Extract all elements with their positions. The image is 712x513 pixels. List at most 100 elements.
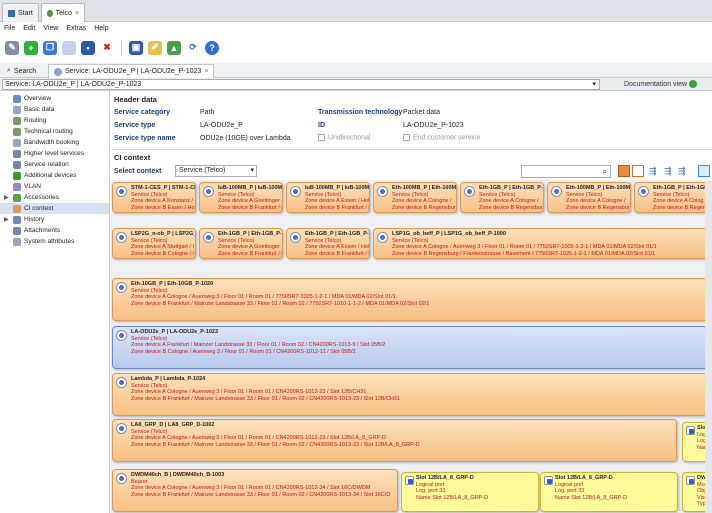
expand-icon[interactable]: ⇶ xyxy=(649,166,657,177)
ci-search-input[interactable]: ⌕ xyxy=(521,165,611,178)
card-zone-a: Zone device A Stuttgart / I xyxy=(131,244,194,250)
grid-icon xyxy=(8,9,15,17)
port-card[interactable]: Slot 12B/LA_8_GRP-D Logical port Log. port… xyxy=(401,472,539,512)
save-icon[interactable]: ▪ xyxy=(81,40,95,55)
card-zone-b: Zone device B Frankfurt / I xyxy=(305,250,370,257)
scrollbar[interactable] xyxy=(705,181,712,513)
ci-card[interactable]: Eth-100MB_P | Eth-100MB Service (Telco) Zo… xyxy=(373,182,457,213)
sidebar-item-ci-context[interactable]: CI context xyxy=(0,203,109,214)
ci-card[interactable]: IuB-100MB_P | IuB-100MB Service (Telco) Zo… xyxy=(199,182,283,213)
expand-arrow-icon[interactable]: ▶ xyxy=(4,194,10,201)
ci-card[interactable]: Eth-10GB_P | Eth-10GB_P-1020 Service (Tel… xyxy=(112,278,708,321)
sidebar-item-basic-data[interactable]: Basic data xyxy=(0,104,109,115)
ci-card[interactable]: LA8_GRP_D | LA8_GRP_D-1002 Service (Telco… xyxy=(112,419,677,462)
card-zone-b: Zone device B Frankfurt / Mainzer Landst… xyxy=(131,491,391,498)
ci-card[interactable]: Lambda_P | Lambda_P-1024 Service (Telco) Z… xyxy=(112,373,708,416)
ci-card[interactable]: Eth-1GB_P | Eth-1GB Service (Telco) Zone d… xyxy=(634,182,712,213)
sidebar-item-higher-level-services[interactable]: Higher level services xyxy=(0,148,109,159)
menu-extras[interactable]: Extras xyxy=(66,25,86,32)
structure-icon[interactable]: ▲ xyxy=(167,40,181,55)
collapse-icon[interactable]: ⇶ xyxy=(664,166,672,177)
port-icon xyxy=(544,476,553,485)
filter-button[interactable] xyxy=(618,165,630,177)
service-type-label: Service type xyxy=(114,122,156,129)
expand-arrow-icon[interactable]: ▶ xyxy=(4,216,10,223)
close-icon[interactable]: × xyxy=(75,10,79,17)
menu-view[interactable]: View xyxy=(43,25,58,32)
globe-icon xyxy=(688,80,697,89)
port-card[interactable]: Slot 12B/LA_8_GRP-D Logical port Log. port… xyxy=(540,472,678,512)
sidebar-item-routing[interactable]: Routing xyxy=(0,115,109,126)
card-zone-a: Zone device A Cologne / xyxy=(392,198,452,204)
service-node-icon xyxy=(377,186,388,197)
higher-level-services-icon xyxy=(13,149,21,158)
sidebar-item-service-relation[interactable]: Service relation xyxy=(0,159,109,170)
delete-icon[interactable]: ✖ xyxy=(100,40,114,55)
menu-file[interactable]: File xyxy=(4,25,15,32)
ci-card[interactable]: Eth-100MB_P | Eth-100MB Service (Telco) Zo… xyxy=(547,182,631,213)
checkbox-box xyxy=(403,134,410,141)
sidebar-item-bandwidth-booking[interactable]: Bandwidth booking xyxy=(0,137,109,148)
ci-card[interactable]: STM-1-CES_P | STM-1-CE Service (Telco) Zon… xyxy=(112,182,196,213)
ci-card[interactable]: Eth-1GB_P | Eth-1GB_P-1 Service (Telco) Zo… xyxy=(199,228,283,259)
card-zone-b: Zone device B Frankfurt / I xyxy=(218,204,283,211)
sidebar-item-system-attributes[interactable]: System attributes xyxy=(0,236,109,247)
documentation-view-link[interactable]: Documentation view xyxy=(624,78,697,91)
card-title: Eth-1GB_P | Eth-1GB_P-1 xyxy=(479,185,544,191)
link-icon[interactable]: ✐ xyxy=(148,40,162,55)
chevron-down-icon[interactable]: ▾ xyxy=(592,80,596,89)
sidebar-item-attachments[interactable]: Attachments xyxy=(0,225,109,236)
add-icon[interactable]: + xyxy=(24,40,38,55)
card-title: IuB-100MB_P | IuB-100MB xyxy=(305,185,370,191)
overview-icon xyxy=(13,94,21,103)
ci-card[interactable]: IuB-100MB_P | IuB-100MB Service (Telco) Zo… xyxy=(286,182,370,213)
hierarchy-icon[interactable]: ⇶ xyxy=(678,166,686,177)
tab-telco[interactable]: Telco × xyxy=(41,3,85,22)
menu-edit[interactable]: Edit xyxy=(23,25,35,32)
sidebar-item-vlan[interactable]: VLAN xyxy=(0,181,109,192)
unidirectional-checkbox[interactable]: Unidirectional xyxy=(318,134,370,141)
paste-icon[interactable] xyxy=(62,40,76,55)
bandwidth-booking-icon xyxy=(13,138,21,147)
divider xyxy=(111,149,712,150)
menu-help[interactable]: Help xyxy=(94,25,108,32)
history-icon xyxy=(13,215,21,224)
tab-service[interactable]: Service: LA-ODU2e_P | LA-ODU2e_P-1023 × xyxy=(48,64,215,78)
service-relation-icon xyxy=(13,160,21,169)
menu-bar: File Edit View Extras Help xyxy=(0,22,712,34)
ci-card[interactable]: LA-ODU2e_P | LA-ODU2e_P-1023 Service (Tel… xyxy=(112,326,708,369)
sidebar-item-overview[interactable]: Overview xyxy=(0,93,109,104)
fit-view-icon[interactable] xyxy=(698,165,710,177)
sidebar-item-history[interactable]: ▶ History xyxy=(0,214,109,225)
attachments-icon xyxy=(13,226,21,235)
sidebar-item-additional-devices[interactable]: Additional devices xyxy=(0,170,109,181)
sidebar-item-technical-routing[interactable]: Technical routing xyxy=(0,126,109,137)
edit-icon[interactable]: ✎ xyxy=(5,40,19,55)
card-title: Eth-1GB_P | Eth-1GB_P-1 xyxy=(218,231,283,237)
search-icon: ⌕ xyxy=(7,67,11,74)
ci-card[interactable]: LSP1G_ob_beff_P | LSP1G_ob_beff_P-1000 Se… xyxy=(373,228,708,259)
card-zone-a: Zone device A Konstanz / xyxy=(131,198,194,204)
sidebar-item-label: CI context xyxy=(24,205,54,212)
monitor-icon[interactable]: ▣ xyxy=(129,40,143,55)
service-path-combo[interactable]: Service: LA-ODU2e_P | LA-ODU2e_P-1023 ▾ xyxy=(2,79,600,90)
card-zone-b: Zone device B Frankfurt / I xyxy=(218,250,283,257)
tab-start[interactable]: Start xyxy=(2,3,39,22)
ci-card[interactable]: Eth-1GB_P | Eth-1GB_P-1 Service (Telco) Zo… xyxy=(286,228,370,259)
service-category-value: Path xyxy=(200,109,215,116)
ci-card[interactable]: LSP2G_n-ob_P | LSP2G_ Service (Telco) Zone… xyxy=(112,228,196,259)
refresh-icon[interactable]: ⟳ xyxy=(186,40,200,55)
copy-icon[interactable]: ❐ xyxy=(43,40,57,55)
tab-search[interactable]: ⌕ Search xyxy=(2,64,41,78)
help-icon[interactable]: ? xyxy=(205,40,219,55)
close-icon[interactable]: × xyxy=(204,68,208,75)
layout-button[interactable] xyxy=(632,165,644,177)
end-customer-checkbox[interactable]: End customer service xyxy=(403,134,480,141)
transmission-technology-label: Transmission technology xyxy=(318,109,403,116)
ci-card[interactable]: Eth-1GB_P | Eth-1GB_P-1 Service (Telco) Zo… xyxy=(460,182,544,213)
port-line: Name Slot 12B/LA_8_GRP-D xyxy=(416,494,489,501)
sidebar-item-accessories[interactable]: ▶ Accessories xyxy=(0,192,109,203)
service-type-name-value: ODU2e (10GE) over Lambda xyxy=(200,135,291,142)
ci-card[interactable]: DWDM40ch_B | DWDM40ch_B-1003 Bearer Zone d… xyxy=(112,469,398,512)
context-select[interactable]: Service (Telco) ▾ xyxy=(175,165,257,177)
